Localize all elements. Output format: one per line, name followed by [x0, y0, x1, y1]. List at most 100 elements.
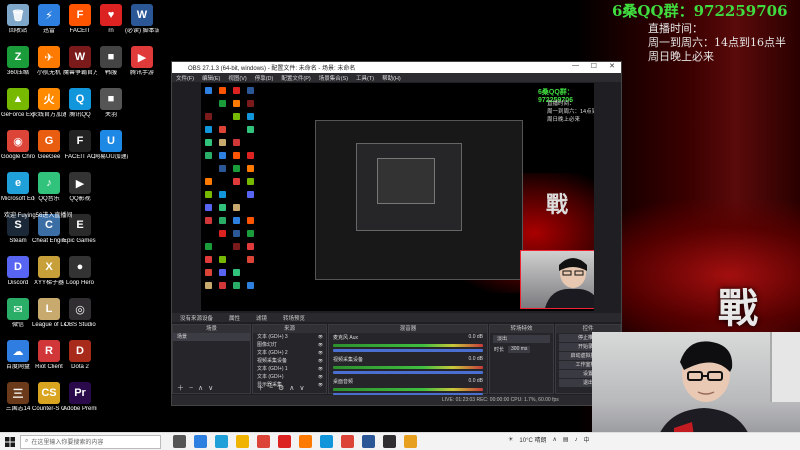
desktop-icon[interactable]: ◉ Google Chrome	[1, 130, 35, 161]
desktop-icon[interactable]: Z 360压缩	[1, 46, 35, 77]
weather-text[interactable]: 10°C 晴朗	[519, 435, 546, 444]
add-scene-button[interactable]: ＋	[177, 385, 184, 392]
desktop-icon[interactable]: CS Counter-S Global Off...	[32, 382, 66, 413]
desktop-icon[interactable]: ⚡ 迅雷	[32, 4, 66, 35]
volume-icon[interactable]: ♪	[575, 437, 578, 443]
menu-item[interactable]: 文件(F)	[176, 74, 194, 82]
desktop-icon[interactable]: ☁ 百度网盘	[1, 340, 35, 371]
desktop-icon-label: 火线官方加速器	[32, 112, 66, 118]
taskbar-app-icon[interactable]	[194, 435, 207, 448]
volume-slider[interactable]	[333, 371, 483, 374]
desktop-icon[interactable]: U 网易UU加速器	[94, 130, 128, 161]
desktop-icon[interactable]: ■ 关羽	[94, 88, 128, 119]
visibility-icon[interactable]: 👁	[318, 357, 323, 365]
menu-item[interactable]: 编辑(E)	[202, 74, 220, 82]
move-down-icon[interactable]: ∨	[299, 385, 304, 392]
taskbar-app-icon[interactable]	[383, 435, 396, 448]
taskbar-app-icon[interactable]	[257, 435, 270, 448]
start-button[interactable]	[0, 433, 20, 450]
desktop-icon[interactable]: Q 腾讯QQ	[63, 88, 97, 119]
desktop-icon[interactable]: 火火线官方加速器	[32, 88, 66, 119]
source-item[interactable]: 文本 (GDI+) 👁	[253, 373, 326, 381]
desktop-icon[interactable]: ● Loop Hero	[63, 256, 97, 287]
dock-tab[interactable]: 没有来源设备	[172, 313, 221, 322]
preview-desktop-icon	[219, 100, 226, 107]
dock-tab[interactable]: 转场预览	[275, 313, 313, 322]
desktop-icon[interactable]: ♪ QQ音乐	[32, 172, 66, 203]
desktop-icon[interactable]: ✈ 小航无机	[32, 46, 66, 77]
source-item[interactable]: 视频采集设备 👁	[253, 357, 326, 365]
desktop-icon[interactable]: 三三国志14	[1, 382, 35, 413]
weather-icon[interactable]: ☀	[508, 436, 513, 443]
desktop-icon[interactable]: D Discord	[1, 256, 35, 287]
menu-item[interactable]: 配置文件(P)	[281, 74, 310, 82]
remove-scene-button[interactable]: −	[189, 385, 193, 392]
preview-webcam-source[interactable]	[520, 250, 594, 309]
desktop-icon[interactable]: D Dota 2	[63, 340, 97, 371]
dock-tab[interactable]: 属性	[221, 313, 248, 322]
move-up-icon[interactable]: ∧	[289, 385, 294, 392]
move-down-icon[interactable]: ∨	[208, 385, 213, 392]
desktop-icon[interactable]: W (必读) 脚本说明	[125, 4, 159, 35]
dock-tab[interactable]: 滤镜	[248, 313, 275, 322]
taskbar-app-icon[interactable]	[173, 435, 186, 448]
desktop-icon[interactable]: ♥ rn	[94, 4, 128, 35]
taskbar-search[interactable]: ⌕ 在这里输入你要搜索的内容	[20, 434, 161, 449]
desktop-icon[interactable]: ◎ OBS Studio	[63, 298, 97, 329]
desktop-icon[interactable]: e Microsoft Edge	[1, 172, 35, 203]
desktop-icon[interactable]: ▶ 腾讯手游	[125, 46, 159, 77]
taskbar-app-icon[interactable]	[215, 435, 228, 448]
visibility-icon[interactable]: 👁	[318, 365, 323, 373]
source-item[interactable]: 文本 (GDI+) 3 👁	[253, 333, 326, 341]
tray-overflow-icon[interactable]: ∧	[552, 436, 556, 443]
move-up-icon[interactable]: ∧	[198, 385, 203, 392]
visibility-icon[interactable]: 👁	[318, 333, 323, 341]
source-item[interactable]: 图像幻灯 👁	[253, 341, 326, 349]
taskbar-app-icon[interactable]	[341, 435, 354, 448]
minimize-icon[interactable]: —	[572, 62, 579, 69]
duration-input[interactable]: 300 ms	[508, 346, 531, 353]
menu-item[interactable]: 工具(T)	[356, 74, 374, 82]
volume-slider[interactable]	[333, 349, 483, 352]
scene-item[interactable]: 场景	[173, 333, 250, 341]
network-icon[interactable]: ▤	[563, 436, 569, 443]
desktop-icon[interactable]: 🗑 回收站	[1, 4, 35, 35]
taskbar-app-icon[interactable]	[404, 435, 417, 448]
source-item[interactable]: 文本 (GDI+) 2 👁	[253, 349, 326, 357]
obs-preview[interactable]: 6桑QQ群：972259706 直播时间： 周一到周六：14点到16点半 周日晚…	[201, 83, 594, 311]
obs-titlebar[interactable]: OBS 27.1.3 (64-bit, windows) - 配置文件: 未命名…	[172, 62, 621, 73]
desktop-icon[interactable]: G GeeGee	[32, 130, 66, 161]
desktop-icon[interactable]: R Riot Client	[32, 340, 66, 371]
menu-item[interactable]: 场景集合(S)	[319, 74, 348, 82]
taskbar-app-icon[interactable]	[278, 435, 291, 448]
desktop-icon[interactable]: Pr Adobe Premie...	[63, 382, 97, 413]
desktop-icon[interactable]: ■ 韩服	[94, 46, 128, 77]
desktop-icon[interactable]: W 魔兽争霸官方对战平台	[63, 46, 97, 77]
remove-source-button[interactable]: −	[269, 385, 273, 392]
menu-item[interactable]: 视图(V)	[228, 74, 246, 82]
taskbar-app-icon[interactable]	[236, 435, 249, 448]
visibility-icon[interactable]: 👁	[318, 349, 323, 357]
ime-indicator[interactable]: 中	[584, 435, 590, 444]
desktop-icon[interactable]: F FACEIT AC	[63, 130, 97, 161]
menu-item[interactable]: 帮助(H)	[382, 74, 401, 82]
source-item[interactable]: 文本 (GDI+) 1 👁	[253, 365, 326, 373]
taskbar-app-icon[interactable]	[362, 435, 375, 448]
obs-window[interactable]: OBS 27.1.3 (64-bit, windows) - 配置文件: 未命名…	[171, 61, 622, 406]
taskbar-app-icon[interactable]	[299, 435, 312, 448]
desktop-icon[interactable]: F FACEIT	[63, 4, 97, 35]
desktop-icon[interactable]: X XYY梯子器	[32, 256, 66, 287]
desktop-icon[interactable]: ▲ GeForce Experience	[1, 88, 35, 119]
add-source-button[interactable]: ＋	[257, 385, 264, 392]
taskbar-app-icon[interactable]	[320, 435, 333, 448]
menu-item[interactable]: 停靠(D)	[255, 74, 274, 82]
desktop-icon[interactable]: ✉ 微信	[1, 298, 35, 329]
source-settings-icon[interactable]: ⚙	[278, 385, 284, 392]
close-icon[interactable]: ✕	[609, 62, 615, 70]
transition-select[interactable]: 淡出	[493, 335, 550, 343]
visibility-icon[interactable]: 👁	[318, 341, 323, 349]
desktop-icon[interactable]: L League of Legends	[32, 298, 66, 329]
desktop-icon[interactable]: ▶ QQ影视	[63, 172, 97, 203]
maximize-icon[interactable]: ☐	[591, 62, 597, 70]
visibility-icon[interactable]: 👁	[318, 373, 323, 381]
